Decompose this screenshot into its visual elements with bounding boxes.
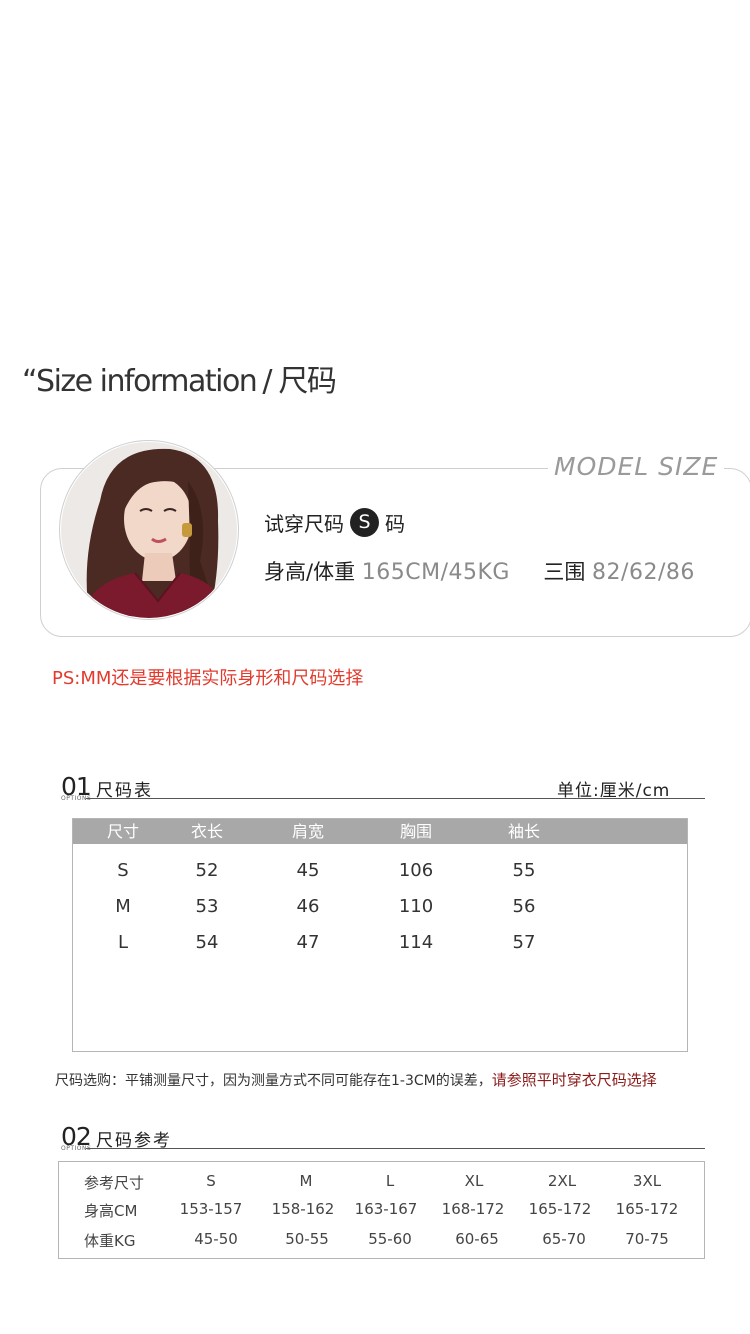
size-cell: 53	[195, 896, 219, 917]
ref-row-label: 体重KG	[84, 1232, 136, 1250]
ref-cell: 163-167	[354, 1200, 418, 1218]
size-cell: 52	[195, 860, 219, 881]
ref-cell: 65-70	[542, 1230, 586, 1248]
size-header-cell: 尺寸	[106, 822, 139, 841]
size-cell: 45	[296, 860, 320, 881]
ref-cell: 55-60	[368, 1230, 412, 1248]
size-cell: 46	[296, 896, 320, 917]
ref-cell: 45-50	[194, 1230, 238, 1248]
size-cell: 114	[398, 932, 434, 953]
model-portrait-icon	[59, 440, 239, 620]
ref-header-cell: 参考尺寸	[84, 1174, 145, 1192]
size-cell: 54	[195, 932, 219, 953]
measurement-note-text: 尺码选购：平铺测量尺寸，因为测量方式不同可能存在1-3CM的误差，	[55, 1073, 492, 1089]
ref-cell: 168-172	[441, 1200, 505, 1218]
ref-header-cell: 3XL	[632, 1172, 662, 1190]
ref-header-cell: L	[385, 1172, 395, 1190]
ref-cell: 70-75	[625, 1230, 669, 1248]
measurements-value: 82/62/86	[592, 560, 695, 585]
size-cell: 55	[512, 860, 536, 881]
model-measurements-line: 身高/体重 165CM/45KG 三围 82/62/86	[264, 556, 695, 586]
try-size-suffix: 码	[385, 512, 405, 536]
ref-cell: 60-65	[455, 1230, 499, 1248]
try-size-line: 试穿尺码 S 码	[264, 508, 405, 537]
ref-cell: 50-55	[285, 1230, 329, 1248]
height-weight-label: 身高/体重	[264, 560, 356, 584]
size-cell: 47	[296, 932, 320, 953]
measurements-label: 三围	[543, 560, 586, 584]
ref-cell: 153-157	[179, 1200, 243, 1218]
title-quote: “	[22, 364, 38, 399]
size-header-cell: 袖长	[507, 822, 540, 841]
ps-note: PS:MM还是要根据实际身形和尺码选择	[52, 668, 364, 689]
ref-cell: 158-162	[271, 1200, 335, 1218]
title-cn: 尺码	[278, 364, 337, 399]
try-size-badge: S	[350, 508, 379, 537]
measurement-note: 尺码选购：平铺测量尺寸，因为测量方式不同可能存在1-3CM的误差，请参照平时穿衣…	[55, 1069, 657, 1090]
size-cell: 106	[398, 860, 434, 881]
try-size-prefix: 试穿尺码	[264, 512, 344, 536]
measurement-note-highlight: 请参照平时穿衣尺码选择	[491, 1071, 657, 1089]
ref-header-cell: XL	[464, 1172, 484, 1190]
title-en: Size information	[36, 364, 258, 399]
size-cell: 110	[398, 896, 434, 917]
size-cell: M	[115, 896, 131, 917]
size-header-cell: 胸围	[399, 822, 432, 841]
size-cell: L	[117, 932, 129, 953]
height-weight-value: 165CM/45KG	[361, 560, 510, 585]
size-header-cell: 肩宽	[291, 822, 324, 841]
size-cell: 57	[512, 932, 536, 953]
size-cell: S	[117, 860, 129, 881]
ref-header-cell: S	[206, 1172, 216, 1190]
section1-divider	[86, 798, 705, 799]
model-size-label: MODEL SIZE	[548, 452, 725, 481]
ref-cell: 165-172	[528, 1200, 592, 1218]
ref-header-cell: 2XL	[547, 1172, 577, 1190]
section2-divider	[86, 1148, 705, 1149]
page-title: “Size information / 尺码	[22, 356, 337, 400]
title-slash: /	[262, 364, 273, 399]
size-header-cell: 衣长	[190, 822, 223, 841]
ref-row-label: 身高CM	[84, 1202, 138, 1220]
ref-header-cell: M	[299, 1172, 313, 1190]
ref-cell: 165-172	[615, 1200, 679, 1218]
size-cell: 56	[512, 896, 536, 917]
